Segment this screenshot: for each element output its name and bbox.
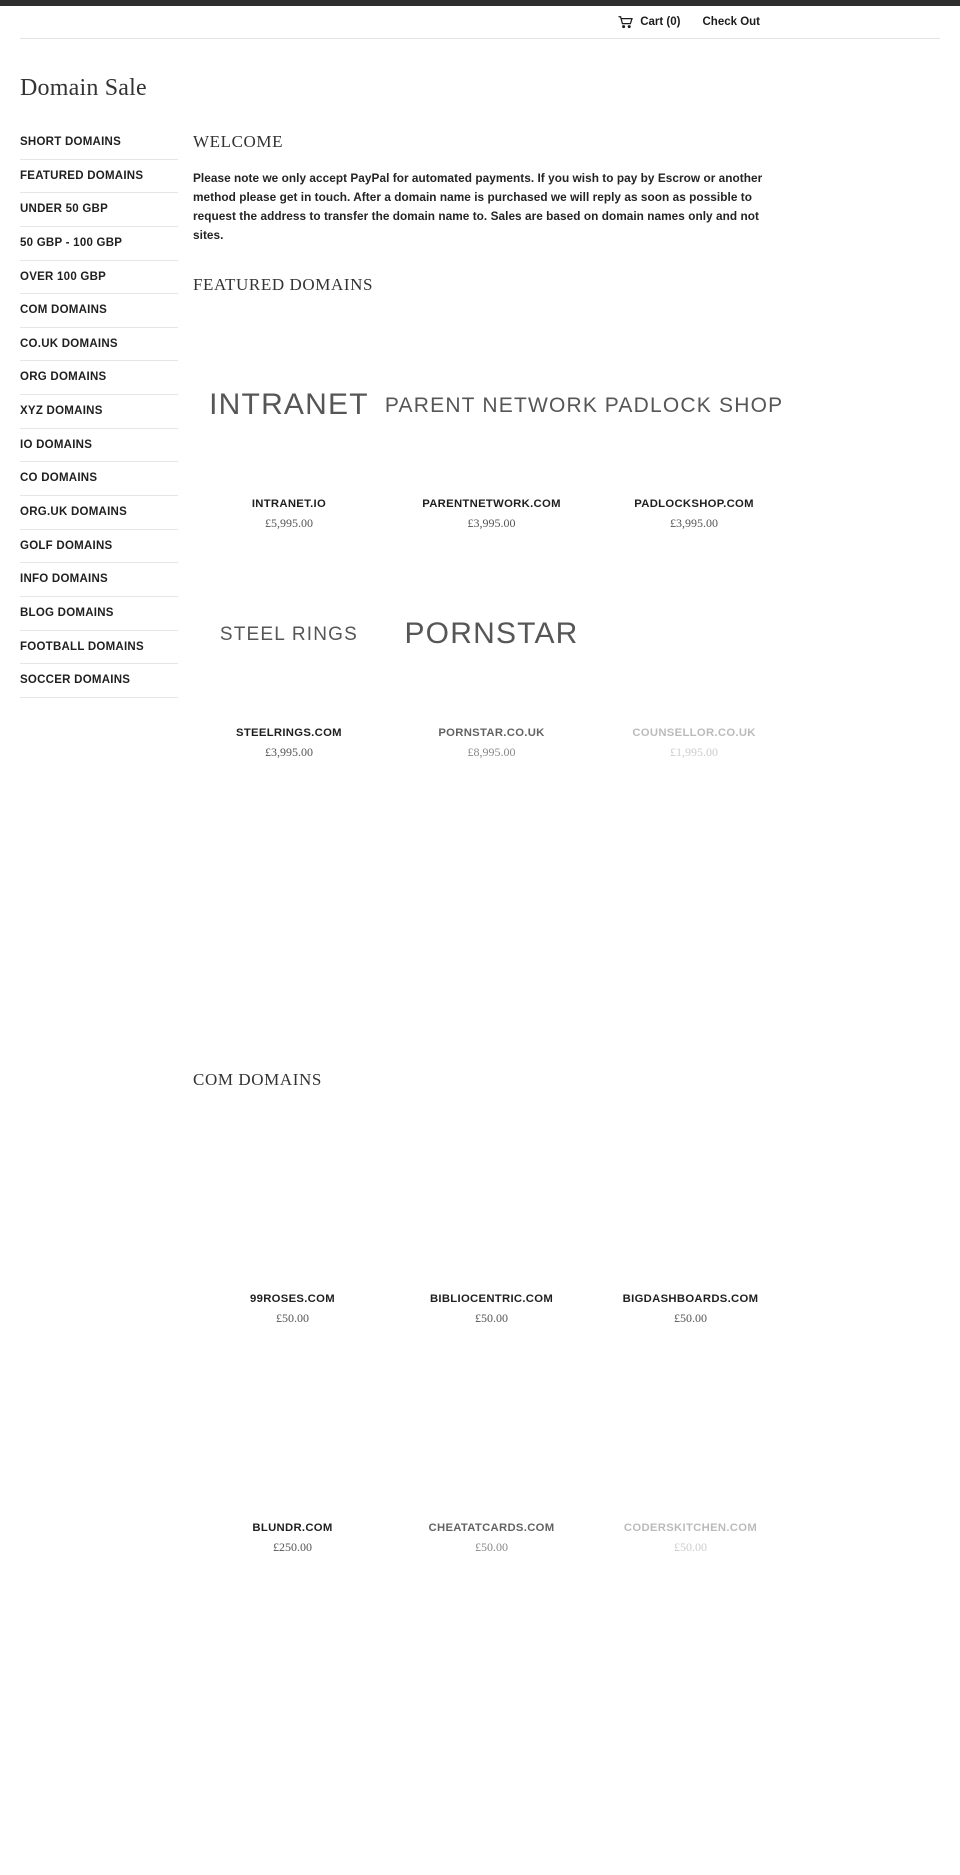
product-tile[interactable]: CODERSKITCHEN.COM £50.00 [591,1336,790,1565]
product-logo [591,1107,790,1293]
header-links: Cart (0) Check Out [618,15,760,29]
com-domains-heading: COM DOMAINS [193,1070,322,1090]
product-wordmark: STEEL RINGS [219,623,359,645]
product-tile[interactable]: PADLOCK SHOP PADLOCKSHOP.COM £3,995.00 [598,312,790,541]
product-logo [392,1336,591,1522]
product-name[interactable]: CODERSKITCHEN.COM [591,1522,790,1534]
product-price: £50.00 [475,1540,508,1555]
product-logo [598,541,790,727]
cart-link[interactable]: Cart (0) [618,15,681,29]
product-tile[interactable]: CHEATATCARDS.COM £50.00 [392,1336,591,1565]
welcome-paragraph: Please note we only accept PayPal for au… [193,171,763,243]
product-price: £1,995.00 [670,745,719,760]
product-tile[interactable]: BIGDASHBOARDS.COM £50.00 [591,1107,790,1336]
product-price: £50.00 [674,1311,707,1326]
featured-domains-grid: INTRANET INTRANET.IO £5,995.00 PARENT NE… [193,312,790,770]
product-name[interactable]: INTRANET.IO [193,498,385,510]
sidebar-item-com-domains[interactable]: COM DOMAINS [20,294,178,328]
welcome-heading: WELCOME [193,132,284,151]
product-wordmark: INTRANET [209,388,369,422]
product-name[interactable]: PARENTNETWORK.COM [385,498,598,510]
sidebar-item-couk-domains[interactable]: CO.UK DOMAINS [20,328,178,362]
sidebar-item-info-domains[interactable]: INFO DOMAINS [20,563,178,597]
product-logo [392,1107,591,1293]
product-name[interactable]: PADLOCKSHOP.COM [598,498,790,510]
product-tile[interactable]: COUNSELLOR.CO.UK £1,995.00 [598,541,790,770]
product-logo: INTRANET [193,312,385,498]
product-price: £3,995.00 [264,745,313,760]
product-tile[interactable]: PARENT NETWORK PARENTNETWORK.COM £3,995.… [385,312,598,541]
product-logo: PORNSTAR [385,541,598,727]
sidebar-item-50-100-gbp[interactable]: 50 GBP - 100 GBP [20,227,178,261]
product-name[interactable]: BIGDASHBOARDS.COM [591,1293,790,1305]
product-tile[interactable]: BLUNDR.COM £250.00 [193,1336,392,1565]
product-name[interactable]: BIBLIOCENTRIC.COM [392,1293,591,1305]
product-logo [193,1107,392,1293]
product-tile[interactable]: BIBLIOCENTRIC.COM £50.00 [392,1107,591,1336]
main-content: WELCOME Please note we only accept PayPa… [178,132,960,1565]
product-name[interactable]: COUNSELLOR.CO.UK [598,727,790,739]
product-wordmark: PARENT NETWORK [384,393,599,417]
product-tile[interactable]: 99ROSES.COM £50.00 [193,1107,392,1336]
product-price: £8,995.00 [467,745,516,760]
sidebar-item-football-domains[interactable]: FOOTBALL DOMAINS [20,631,178,665]
product-price: £50.00 [276,1311,309,1326]
product-logo: PADLOCK SHOP [598,312,790,498]
product-logo: PARENT NETWORK [385,312,598,498]
sidebar-item-io-domains[interactable]: IO DOMAINS [20,429,178,463]
product-name[interactable]: CHEATATCARDS.COM [392,1522,591,1534]
product-wordmark: PORNSTAR [404,617,579,651]
product-tile[interactable]: PORNSTAR PORNSTAR.CO.UK £8,995.00 [385,541,598,770]
product-tile[interactable]: INTRANET INTRANET.IO £5,995.00 [193,312,385,541]
product-price: £50.00 [674,1540,707,1555]
sidebar-item-short-domains[interactable]: SHORT DOMAINS [20,132,178,160]
product-tile[interactable]: STEEL RINGS STEELRINGS.COM £3,995.00 [193,541,385,770]
site-header: Cart (0) Check Out [20,6,940,39]
product-logo: STEEL RINGS [193,541,385,727]
sidebar-item-over-100-gbp[interactable]: OVER 100 GBP [20,261,178,295]
site-title: Domain Sale [20,75,147,101]
product-logo [591,1336,790,1522]
page-layout: SHORT DOMAINS FEATURED DOMAINS UNDER 50 … [0,102,960,1565]
featured-domains-heading: FEATURED DOMAINS [193,275,374,295]
sidebar-item-featured-domains[interactable]: FEATURED DOMAINS [20,160,178,194]
sidebar-item-org-domains[interactable]: ORG DOMAINS [20,361,178,396]
sidebar-item-xyz-domains[interactable]: XYZ DOMAINS [20,395,178,429]
product-price: £5,995.00 [264,516,313,531]
product-name[interactable]: PORNSTAR.CO.UK [385,727,598,739]
product-wordmark: PADLOCK SHOP [604,393,784,417]
sidebar-item-golf-domains[interactable]: GOLF DOMAINS [20,530,178,564]
checkout-link[interactable]: Check Out [702,16,760,28]
shopping-cart-icon [618,15,634,29]
sidebar-item-co-domains[interactable]: CO DOMAINS [20,462,178,497]
sidebar-item-orguk-domains[interactable]: ORG.UK DOMAINS [20,496,178,530]
cart-label: Cart (0) [640,16,681,28]
product-price: £50.00 [475,1311,508,1326]
product-price: £250.00 [273,1540,312,1555]
com-domains-grid: 99ROSES.COM £50.00 BIBLIOCENTRIC.COM £50… [193,1107,790,1565]
sidebar-nav: SHORT DOMAINS FEATURED DOMAINS UNDER 50 … [20,132,178,698]
product-logo [193,1336,392,1522]
product-price: £3,995.00 [467,516,516,531]
sidebar-item-under-50-gbp[interactable]: UNDER 50 GBP [20,193,178,227]
sidebar-item-blog-domains[interactable]: BLOG DOMAINS [20,597,178,631]
product-price: £3,995.00 [670,516,719,531]
product-name[interactable]: BLUNDR.COM [193,1522,392,1534]
product-name[interactable]: 99ROSES.COM [193,1293,392,1305]
sidebar-item-soccer-domains[interactable]: SOCCER DOMAINS [20,664,178,698]
product-name[interactable]: STEELRINGS.COM [193,727,385,739]
